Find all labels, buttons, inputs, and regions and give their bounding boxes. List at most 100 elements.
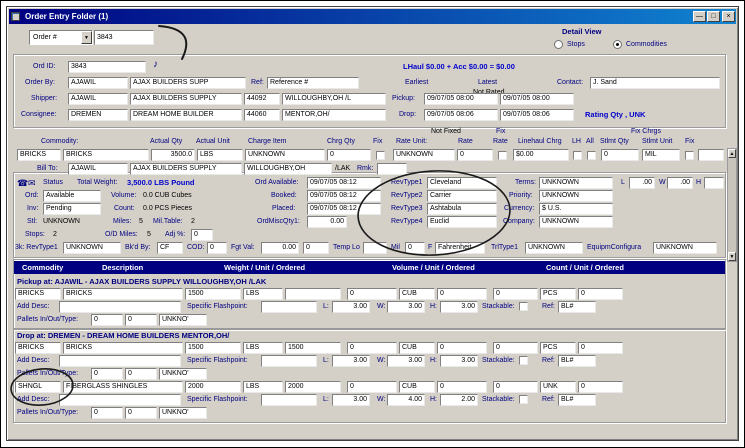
shipper-name-field[interactable]: AJAX BUILDERS SUPPLY	[130, 93, 242, 105]
line-volume-ordered-field[interactable]: 0	[437, 342, 487, 354]
line-count-ordered-field[interactable]: 0	[578, 342, 623, 354]
commodity-code-field[interactable]: BRICKS	[17, 149, 61, 161]
pallets-out-field[interactable]: 0	[125, 368, 157, 380]
line-weight-ordered-field[interactable]	[285, 288, 341, 300]
stackable-checkbox[interactable]	[519, 356, 528, 365]
fgt-val-field[interactable]: 0.00	[261, 242, 299, 254]
line-volume-field[interactable]: 0	[347, 381, 397, 393]
revtype4-field[interactable]: Euclid	[427, 216, 497, 228]
contact-field[interactable]: J. Sand	[590, 77, 720, 89]
company-field[interactable]: UNKNOWN	[539, 216, 613, 228]
pallets-in-field[interactable]: 0	[91, 407, 123, 419]
line-volume-unit-field[interactable]: CUB	[399, 381, 435, 393]
ord-status-field[interactable]: Available	[43, 190, 101, 202]
mail-icon[interactable]: ✉	[28, 178, 36, 189]
drop-latest-field[interactable]: 09/07/05 08:06	[500, 109, 574, 121]
flashpoint-field[interactable]	[261, 355, 317, 367]
line-weight-unit-field[interactable]: LBS	[243, 288, 283, 300]
add-desc-field[interactable]	[59, 355, 181, 367]
line-count-ordered-field[interactable]: 0	[578, 381, 623, 393]
stackable-checkbox[interactable]	[519, 395, 528, 404]
temp-lo-field[interactable]	[363, 242, 387, 254]
order-by-name-field[interactable]: AJAX BUILDERS SUPP	[130, 77, 246, 89]
trltype1-field[interactable]: UNKNOWN	[525, 242, 583, 254]
line-volume-ordered-field[interactable]: 0	[437, 288, 487, 300]
pickup-earliest-field[interactable]: 09/07/05 08:00	[424, 93, 498, 105]
stops-radio-label[interactable]: Stops	[567, 41, 585, 48]
title-bar[interactable]: Order Entry Folder (1)	[9, 9, 736, 24]
commodities-radio-label[interactable]: Commodities	[626, 41, 667, 48]
equip-config-field[interactable]: UNKNOWN	[653, 242, 717, 254]
inv-field[interactable]: Pending	[43, 203, 101, 215]
dim-w-field[interactable]: 4.00	[387, 394, 425, 406]
scroll-up-icon[interactable]: ▲	[728, 149, 736, 158]
ord-id-field[interactable]: 3843	[68, 61, 146, 73]
line-weight-unit-field[interactable]: LBS	[243, 381, 283, 393]
ref-field[interactable]: BL#	[558, 394, 596, 406]
pallets-out-field[interactable]: 0	[125, 407, 157, 419]
fix-rate-checkbox[interactable]	[498, 151, 507, 160]
stlmt-qty-field[interactable]: 0	[601, 149, 639, 161]
stops-radio[interactable]	[554, 40, 563, 49]
ref-field[interactable]: BL#	[558, 355, 596, 367]
scroll-down-icon[interactable]: ▼	[728, 252, 736, 261]
ref-field[interactable]: Reference #	[267, 77, 359, 89]
vertical-scrollbar[interactable]: ▲ ▼	[727, 148, 737, 262]
shipper-code-field[interactable]: AJAWIL	[68, 93, 128, 105]
bill-to-code-field[interactable]: AJAWIL	[68, 163, 128, 175]
minimize-button[interactable]: —	[693, 11, 706, 22]
line-volume-ordered-field[interactable]: 0	[437, 381, 487, 393]
bkd-by-field[interactable]: CF	[157, 242, 183, 254]
ref-field[interactable]: BL#	[558, 301, 596, 313]
line-count-field[interactable]: 0	[493, 381, 538, 393]
ord-available-field[interactable]: 09/07/05 08:12	[307, 177, 381, 189]
fahrenheit-field[interactable]: Fahrenheit	[435, 242, 485, 254]
dim-h-field[interactable]: 2.00	[440, 394, 478, 406]
ord-misc-field[interactable]: 0.00	[307, 216, 347, 228]
dim-w-field[interactable]: 3.00	[387, 301, 425, 313]
pallets-type-field[interactable]: UNKNO'	[159, 314, 207, 326]
dim-l-field[interactable]: 3.00	[332, 394, 370, 406]
pallets-type-field[interactable]: UNKNO'	[159, 368, 207, 380]
pallets-type-field[interactable]: UNKNO'	[159, 407, 207, 419]
bill-to-name-field[interactable]: AJAX BUILDERS SUPPLY	[130, 163, 242, 175]
revtype3-field[interactable]: Ashtabula	[427, 203, 497, 215]
actual-unit-field[interactable]: LBS	[197, 149, 243, 161]
dim-w-field[interactable]: .00	[667, 177, 693, 189]
revtype2-field[interactable]: Carrier	[427, 190, 497, 202]
consignee-name-field[interactable]: DREAM HOME BUILDER	[130, 109, 242, 121]
order-number-input[interactable]: 3843	[94, 30, 154, 45]
linehaul-chrg-field[interactable]: $0.00	[513, 149, 569, 161]
chevron-down-icon[interactable]: ▼	[81, 31, 92, 44]
booked-field[interactable]: 09/07/05 08:12	[307, 190, 381, 202]
priority-field[interactable]: UNKNOWN	[539, 190, 613, 202]
stlmt-extra-field[interactable]	[698, 149, 724, 161]
add-desc-field[interactable]	[59, 394, 181, 406]
rate-field[interactable]: 0	[457, 149, 493, 161]
shipper-zip-field[interactable]: 44092	[244, 93, 280, 105]
dim-l-field[interactable]: 3.00	[332, 301, 370, 313]
fix-stlmt-checkbox[interactable]	[685, 151, 694, 160]
pallets-out-field[interactable]: 0	[125, 314, 157, 326]
line-count-field[interactable]: 0	[493, 288, 538, 300]
line-code-field[interactable]: SHNGL	[15, 381, 61, 393]
drop-earliest-field[interactable]: 09/07/05 08:06	[424, 109, 498, 121]
maximize-button[interactable]: □	[707, 11, 720, 22]
line-desc-field[interactable]: FIBERGLASS SHINGLES	[63, 381, 183, 393]
adj-field[interactable]: 0	[191, 229, 213, 241]
line-weight-ordered-field[interactable]: 2000	[285, 381, 341, 393]
stlmt-unit-field[interactable]: MIL	[642, 149, 680, 161]
terms-field[interactable]: UNKNOWN	[539, 177, 613, 189]
misc-field[interactable]: 0	[303, 242, 329, 254]
line-count-unit-field[interactable]: UNK	[540, 381, 576, 393]
k3-revtype1-field[interactable]: UNKNOWN	[63, 242, 121, 254]
line-weight-field[interactable]: 1500	[185, 288, 241, 300]
order-by-code-field[interactable]: AJAWIL	[68, 77, 128, 89]
line-count-ordered-field[interactable]: 0	[578, 288, 623, 300]
line-code-field[interactable]: BRICKS	[15, 288, 61, 300]
add-desc-field[interactable]	[59, 301, 181, 313]
flashpoint-field[interactable]	[261, 394, 317, 406]
stackable-checkbox[interactable]	[519, 302, 528, 311]
bill-to-city-field[interactable]: WILLOUGHBY,OH	[244, 163, 332, 175]
dim-w-field[interactable]: 3.00	[387, 355, 425, 367]
